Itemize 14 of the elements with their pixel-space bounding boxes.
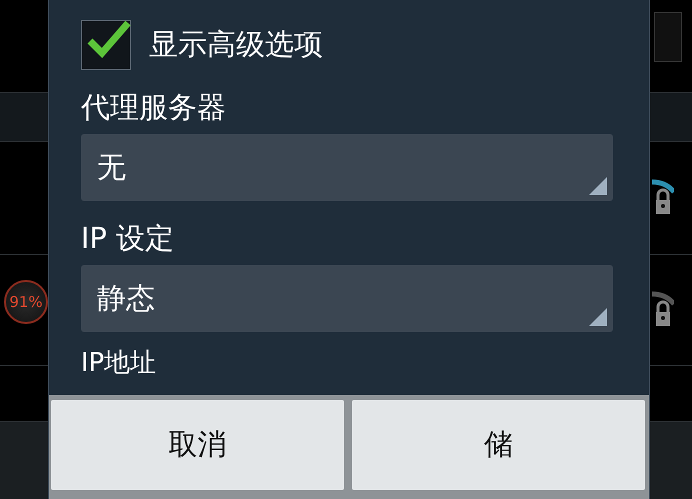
dropdown-corner-icon [589,308,608,326]
dialog-button[interactable]: 储 [352,400,646,490]
dropdown[interactable]: 静态 [80,265,614,332]
secured-wifi-icon [652,290,674,328]
secured-wifi-icon [652,178,674,216]
checkbox-label: 显示高级选项 [148,26,323,63]
checkbox[interactable] [80,20,131,70]
dialog-button[interactable]: 取消 [50,400,344,490]
field-label: IP 设定 [80,220,176,257]
battery-badge: 91% [4,280,48,324]
dropdown-corner-icon [589,177,608,195]
dropdown[interactable]: 无 [80,134,614,201]
field-label: 代理服务器 [80,89,227,126]
field-label: IP地址 [80,350,158,376]
